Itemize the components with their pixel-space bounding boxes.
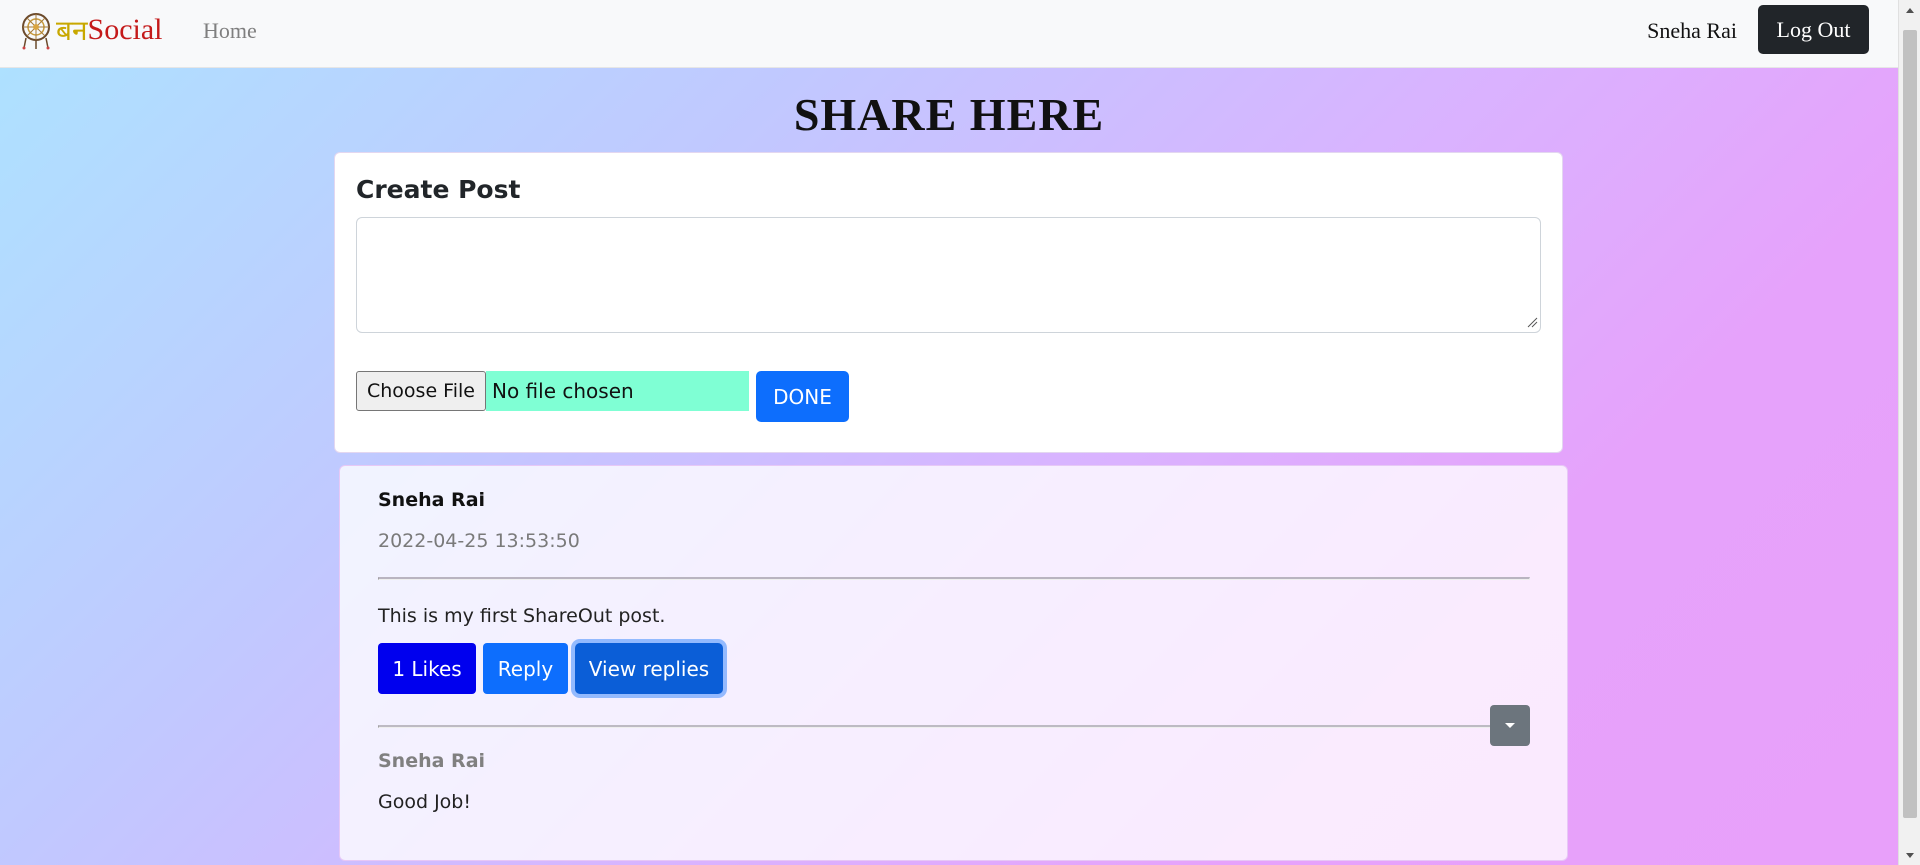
- page-scrollbar[interactable]: [1898, 0, 1920, 865]
- scroll-up-arrow-icon[interactable]: [1899, 0, 1920, 20]
- create-post-heading: Create Post: [356, 175, 521, 204]
- brand-prefix: बन: [56, 14, 88, 47]
- post-timestamp: 2022-04-25 13:53:50: [378, 530, 580, 552]
- post-body: This is my first ShareOut post.: [378, 605, 666, 627]
- file-input[interactable]: Choose File No file chosen: [356, 371, 749, 411]
- choose-file-button[interactable]: Choose File: [356, 371, 486, 411]
- current-user-name: Sneha Rai: [1647, 18, 1737, 43]
- replies-toggle-button[interactable]: [1490, 705, 1530, 746]
- likes-button[interactable]: 1 Likes: [378, 643, 476, 694]
- post-divider: [378, 577, 1530, 580]
- brand-name: Social: [87, 13, 163, 46]
- brand[interactable]: बन Social: [18, 10, 163, 50]
- done-button[interactable]: DONE: [756, 371, 849, 422]
- replies-divider: [378, 725, 1530, 728]
- nav-home-link[interactable]: Home: [203, 18, 257, 44]
- top-navbar: बन Social Home Sneha Rai Log Out: [0, 0, 1898, 68]
- post-card: Sneha Rai 2022-04-25 13:53:50 This is my…: [339, 465, 1568, 861]
- logout-button[interactable]: Log Out: [1758, 5, 1869, 54]
- post-author: Sneha Rai: [378, 489, 486, 511]
- post-content-textarea[interactable]: [356, 217, 1541, 333]
- reply-author: Sneha Rai: [378, 750, 486, 772]
- resize-grip-icon[interactable]: [1526, 316, 1538, 328]
- dreamcatcher-logo-icon: [22, 13, 50, 50]
- page-title: SHARE HERE: [793, 89, 1105, 140]
- reply-body: Good Job!: [378, 791, 471, 813]
- view-replies-button[interactable]: View replies: [575, 643, 723, 694]
- create-post-card: Create Post Choose File No file chosen D…: [334, 152, 1563, 453]
- scroll-down-arrow-icon[interactable]: [1899, 845, 1920, 865]
- scrollbar-thumb[interactable]: [1903, 30, 1917, 818]
- file-status-text: No file chosen: [486, 371, 749, 411]
- caret-down-icon: [1505, 722, 1515, 728]
- reply-button[interactable]: Reply: [483, 643, 568, 694]
